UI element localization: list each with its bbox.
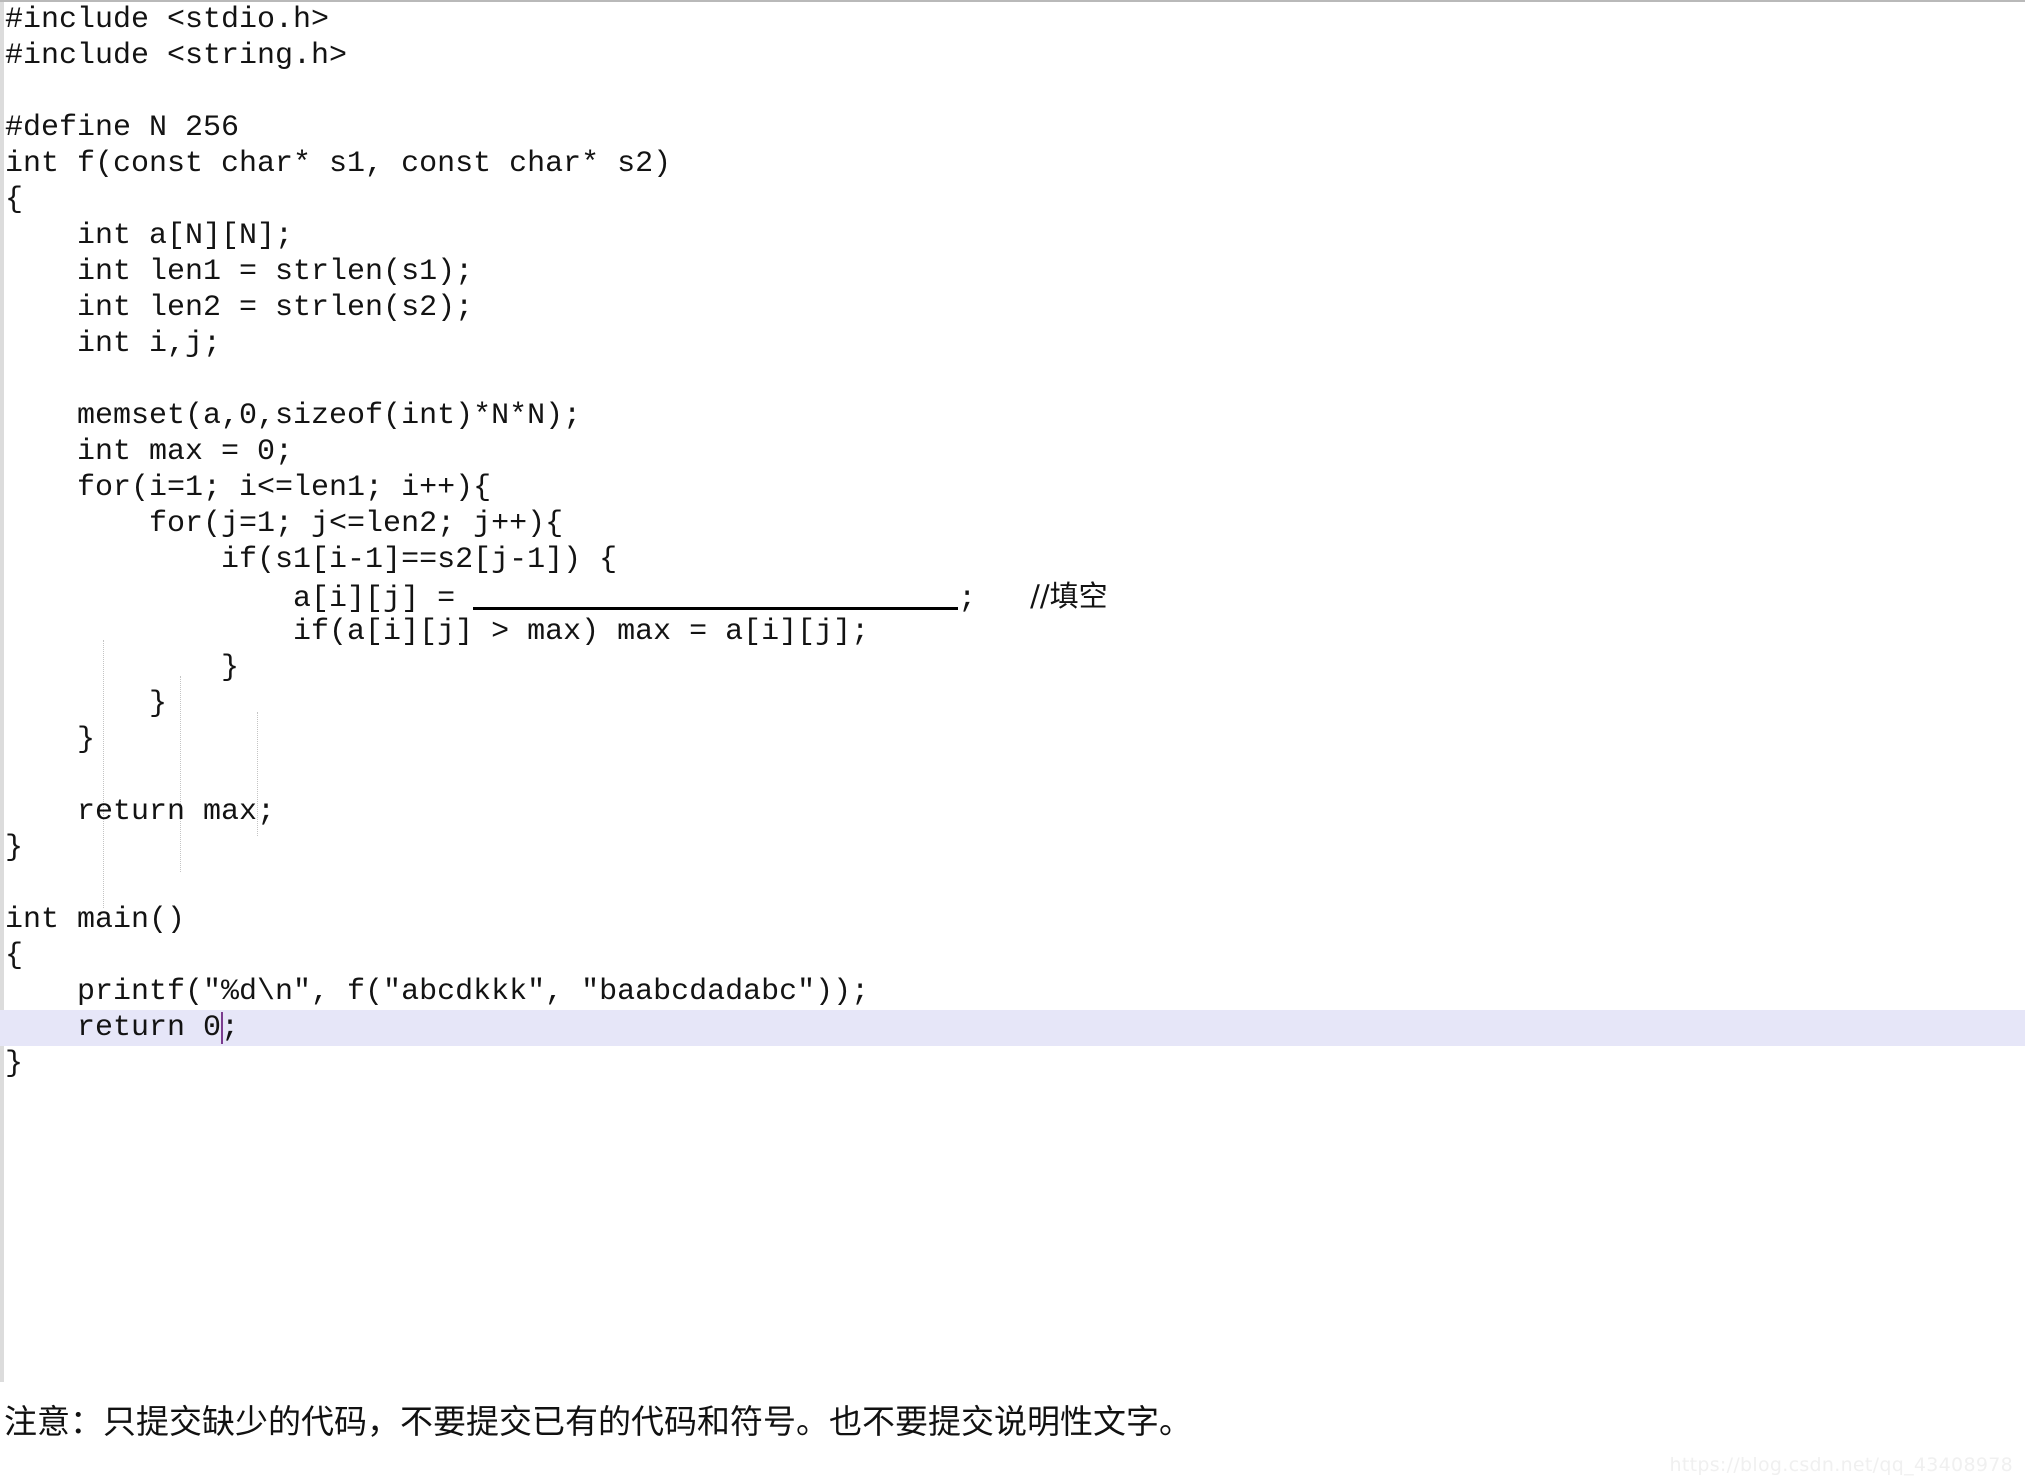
code-line-text: return max; xyxy=(5,795,276,829)
code-line-text: int main() xyxy=(5,903,186,937)
blank-line-prefix: a[i][j] = xyxy=(5,582,474,616)
code-line[interactable]: int i,j; xyxy=(0,326,2025,362)
code-line[interactable]: #include <string.h> xyxy=(0,38,2025,74)
code-line[interactable]: int len2 = strlen(s2); xyxy=(0,290,2025,326)
code-line-text: #include <stdio.h> xyxy=(5,3,330,37)
code-line[interactable] xyxy=(0,758,2025,794)
code-line[interactable]: int main() xyxy=(0,902,2025,938)
code-line-text: if(s1[i-1]==s2[j-1]) { xyxy=(5,543,618,577)
blank-line-suffix: ; xyxy=(958,582,1031,616)
code-line-text: } xyxy=(5,1047,24,1081)
code-line[interactable]: for(i=1; i<=len1; i++){ xyxy=(0,470,2025,506)
code-line[interactable]: int len1 = strlen(s1); xyxy=(0,254,2025,290)
code-line-text: int len1 = strlen(s1); xyxy=(5,255,474,289)
code-line-text: for(i=1; i<=len1; i++){ xyxy=(5,471,492,505)
code-line[interactable]: } xyxy=(0,1046,2025,1082)
code-line-text: int len2 = strlen(s2); xyxy=(5,291,474,325)
instruction-note: 注意：只提交缺少的代码，不要提交已有的代码和符号。也不要提交说明性文字。 xyxy=(4,1402,1192,1441)
code-line-text: { xyxy=(5,939,24,973)
code-line-fill-blank[interactable]: a[i][j] = ; //填空 xyxy=(0,578,2025,616)
code-line[interactable]: { xyxy=(0,938,2025,974)
code-line[interactable]: } xyxy=(0,830,2025,866)
code-line[interactable]: } xyxy=(0,650,2025,686)
code-line[interactable]: #define N 256 xyxy=(0,110,2025,146)
code-line-text: return 0; xyxy=(5,1011,240,1045)
code-line[interactable]: { xyxy=(0,182,2025,218)
code-line-text: int f(const char* s1, const char* s2) xyxy=(5,147,672,181)
inline-comment: //填空 xyxy=(1030,579,1108,613)
code-line[interactable] xyxy=(0,866,2025,902)
text-cursor-caret xyxy=(221,1012,224,1044)
code-line-text: if(a[i][j] > max) max = a[i][j]; xyxy=(5,615,870,649)
code-line-text: #include <string.h> xyxy=(5,39,348,73)
code-line[interactable]: if(s1[i-1]==s2[j-1]) { xyxy=(0,542,2025,578)
code-line-text: for(j=1; j<=len2; j++){ xyxy=(5,507,564,541)
code-line[interactable]: int max = 0; xyxy=(0,434,2025,470)
code-line-text: int max = 0; xyxy=(5,435,294,469)
code-line[interactable]: for(j=1; j<=len2; j++){ xyxy=(0,506,2025,542)
code-line-text: #define N 256 xyxy=(5,111,240,145)
watermark-text: https://blog.csdn.net/qq_43408978 xyxy=(1669,1454,2013,1476)
fill-in-blank-underline[interactable] xyxy=(473,585,959,610)
code-line-text: { xyxy=(5,183,24,217)
code-line[interactable] xyxy=(0,362,2025,398)
code-line-text: } xyxy=(5,831,24,865)
code-line[interactable]: int a[N][N]; xyxy=(0,218,2025,254)
code-line-text: int i,j; xyxy=(5,327,222,361)
code-line[interactable]: int f(const char* s1, const char* s2) xyxy=(0,146,2025,182)
code-line-text: memset(a,0,sizeof(int)*N*N); xyxy=(5,399,582,433)
code-line-text: printf("%d\n", f("abcdkkk", "baabcdadabc… xyxy=(5,975,870,1009)
code-line-active[interactable]: return 0; xyxy=(0,1010,2025,1046)
code-line[interactable] xyxy=(0,74,2025,110)
code-line[interactable]: } xyxy=(0,722,2025,758)
code-line[interactable]: if(a[i][j] > max) max = a[i][j]; xyxy=(0,614,2025,650)
code-line[interactable]: printf("%d\n", f("abcdkkk", "baabcdadabc… xyxy=(0,974,2025,1010)
code-line[interactable]: return max; xyxy=(0,794,2025,830)
code-line[interactable]: memset(a,0,sizeof(int)*N*N); xyxy=(0,398,2025,434)
code-line-text: } xyxy=(5,723,96,757)
code-editor-area[interactable]: #include <stdio.h> #include <string.h> #… xyxy=(0,2,2025,1382)
code-line-text: int a[N][N]; xyxy=(5,219,294,253)
code-line[interactable]: #include <stdio.h> xyxy=(0,2,2025,38)
code-screenshot-page: #include <stdio.h> #include <string.h> #… xyxy=(0,0,2025,1484)
code-line[interactable]: } xyxy=(0,686,2025,722)
code-line-text: } xyxy=(5,651,240,685)
code-line-text: } xyxy=(5,687,168,721)
